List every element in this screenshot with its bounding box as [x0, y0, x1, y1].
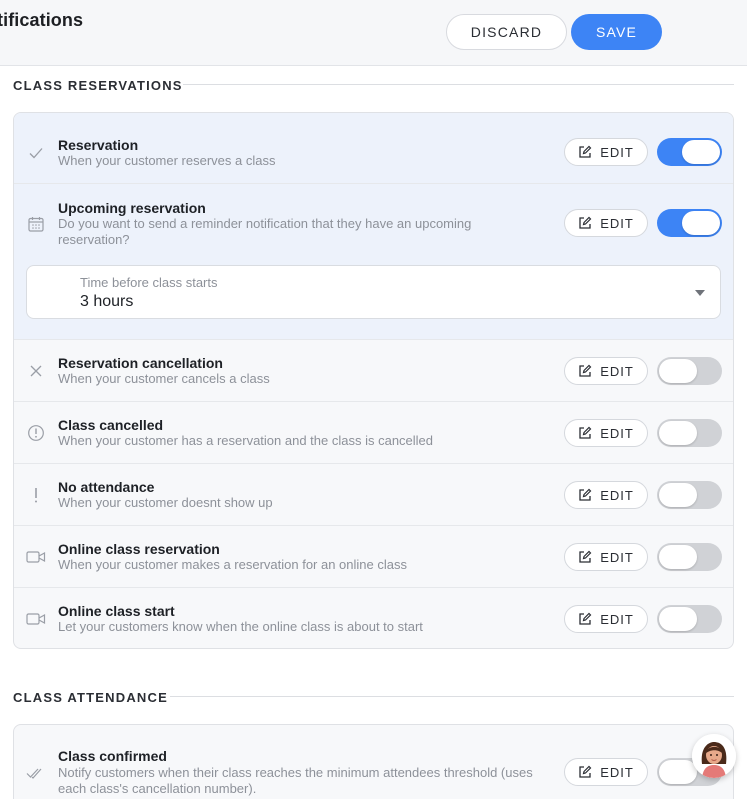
- row-description: When your customer makes a reservation f…: [58, 557, 407, 572]
- toggle-knob: [682, 211, 720, 235]
- edit-label: EDIT: [600, 144, 634, 160]
- row-title: Class confirmed: [58, 748, 167, 764]
- online-class-start-toggle[interactable]: [657, 605, 722, 633]
- toggle-knob: [659, 760, 697, 784]
- edit-button[interactable]: EDIT: [564, 481, 648, 509]
- time-before-class-select[interactable]: Time before class starts 3 hours: [26, 265, 721, 319]
- save-button[interactable]: SAVE: [571, 14, 662, 50]
- select-label: Time before class starts: [80, 275, 218, 290]
- edit-label: EDIT: [600, 549, 634, 565]
- edit-label: EDIT: [600, 363, 634, 379]
- row-title: Upcoming reservation: [58, 200, 206, 216]
- notification-row-upcoming-reservation: Upcoming reservation Do you want to send…: [14, 183, 733, 339]
- notification-row-class-cancelled: Class cancelled When your customer has a…: [14, 401, 733, 463]
- chevron-down-icon: [695, 290, 705, 296]
- alert-circle-icon: [26, 423, 46, 443]
- header-bar: tifications DISCARD SAVE: [0, 0, 747, 66]
- support-chat-avatar[interactable]: [692, 734, 736, 778]
- edit-icon: [579, 550, 592, 563]
- edit-label: EDIT: [600, 764, 634, 780]
- notification-row-reservation: Reservation When your customer reserves …: [14, 113, 733, 183]
- edit-button[interactable]: EDIT: [564, 357, 648, 385]
- row-description: Let your customers know when the online …: [58, 619, 423, 634]
- edit-button[interactable]: EDIT: [564, 605, 648, 633]
- row-description: When your customer cancels a class: [58, 371, 270, 386]
- upcoming-reservation-toggle[interactable]: [657, 209, 722, 237]
- edit-button[interactable]: EDIT: [564, 419, 648, 447]
- no-attendance-toggle[interactable]: [657, 481, 722, 509]
- reservation-cancellation-toggle[interactable]: [657, 357, 722, 385]
- toggle-knob: [659, 421, 697, 445]
- row-description: When your customer doesnt show up: [58, 495, 273, 510]
- section-divider: [183, 84, 734, 85]
- edit-button[interactable]: EDIT: [564, 758, 648, 786]
- section-divider: [170, 696, 734, 697]
- edit-label: EDIT: [600, 487, 634, 503]
- class-attendance-card: Class confirmed Notify customers when th…: [13, 724, 734, 799]
- video-icon: [26, 609, 46, 629]
- row-title: Reservation: [58, 137, 139, 153]
- row-title: Reservation cancellation: [58, 355, 223, 371]
- row-title: Online class reservation: [58, 541, 220, 557]
- double-check-icon: [26, 763, 46, 783]
- notification-row-online-class-reservation: Online class reservation When your custo…: [14, 525, 733, 587]
- row-title: No attendance: [58, 479, 155, 495]
- calendar-icon: [26, 214, 46, 234]
- toggle-knob: [659, 545, 697, 569]
- notification-row-class-confirmed: Class confirmed Notify customers when th…: [14, 725, 733, 799]
- row-description: When your customer has a reservation and…: [58, 433, 434, 448]
- notification-row-reservation-cancellation: Reservation cancellation When your custo…: [14, 339, 733, 401]
- section-heading-class-attendance: CLASS ATTENDANCE: [13, 690, 168, 705]
- edit-icon: [579, 216, 592, 229]
- x-icon: [26, 361, 46, 381]
- page-title: tifications: [0, 10, 84, 30]
- row-description: Do you want to send a reminder notificat…: [58, 216, 472, 247]
- class-reservations-card: Reservation When your customer reserves …: [13, 112, 734, 649]
- section-heading-class-reservations: CLASS RESERVATIONS: [13, 78, 183, 93]
- edit-icon: [579, 612, 592, 625]
- select-value: 3 hours: [80, 293, 134, 310]
- avatar-icon: [692, 734, 736, 778]
- edit-icon: [579, 426, 592, 439]
- online-class-reservation-toggle[interactable]: [657, 543, 722, 571]
- check-icon: [26, 143, 46, 163]
- discard-button[interactable]: DISCARD: [446, 14, 567, 50]
- class-cancelled-toggle[interactable]: [657, 419, 722, 447]
- video-icon: [26, 547, 46, 567]
- edit-label: EDIT: [600, 425, 634, 441]
- edit-button[interactable]: EDIT: [564, 209, 648, 237]
- exclamation-icon: [26, 485, 46, 505]
- edit-button[interactable]: EDIT: [564, 543, 648, 571]
- notification-row-no-attendance: No attendance When your customer doesnt …: [14, 463, 733, 525]
- edit-icon: [579, 364, 592, 377]
- row-title: Online class start: [58, 603, 175, 619]
- toggle-knob: [682, 140, 720, 164]
- row-description: Notify customers when their class reache…: [58, 765, 533, 796]
- edit-icon: [579, 765, 592, 778]
- row-title: Class cancelled: [58, 417, 164, 433]
- toggle-knob: [659, 483, 697, 507]
- edit-icon: [579, 488, 592, 501]
- edit-button[interactable]: EDIT: [564, 138, 648, 166]
- edit-label: EDIT: [600, 215, 634, 231]
- edit-icon: [579, 145, 592, 158]
- reservation-toggle[interactable]: [657, 138, 722, 166]
- row-description: When your customer reserves a class: [58, 153, 276, 168]
- edit-label: EDIT: [600, 611, 634, 627]
- toggle-knob: [659, 359, 697, 383]
- notification-row-online-class-start: Online class start Let your customers kn…: [14, 587, 733, 648]
- toggle-knob: [659, 607, 697, 631]
